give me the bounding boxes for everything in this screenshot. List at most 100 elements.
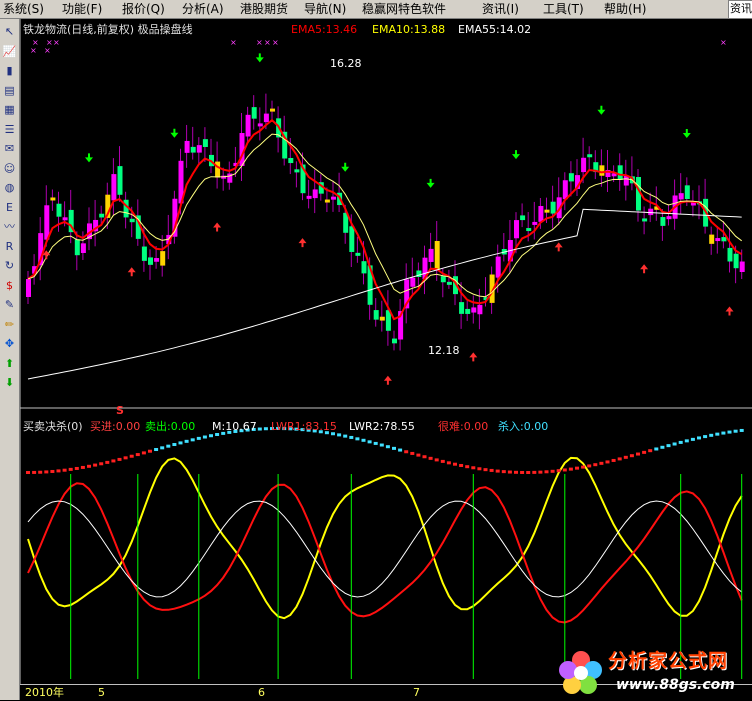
trend-dot	[434, 458, 439, 462]
trend-dot	[404, 450, 409, 454]
candle-body	[440, 276, 446, 283]
rsi-icon[interactable]: R	[1, 238, 18, 255]
trend-dot	[501, 470, 506, 474]
trend-dot	[361, 438, 366, 442]
trend-dot	[93, 463, 98, 467]
menu-quote[interactable]: 报价(Q)	[122, 1, 165, 17]
refresh-icon[interactable]: ↻	[1, 257, 18, 274]
candle-body	[270, 108, 275, 112]
trend-dot	[556, 469, 561, 473]
candle-body	[196, 145, 202, 153]
candle-body	[148, 257, 153, 265]
candle-body	[739, 261, 745, 272]
mail-icon[interactable]: ✉	[1, 140, 18, 157]
shaoru-label: 杀入:0.00	[498, 420, 549, 433]
trend-dot	[410, 451, 415, 455]
lwr2-line	[27, 500, 743, 598]
trend-dot	[642, 450, 647, 454]
menu-system[interactable]: 系统(S)	[3, 1, 44, 17]
trend-dot	[154, 448, 159, 452]
trend-dot	[684, 439, 689, 443]
candle-body	[678, 193, 684, 200]
trend-dot	[697, 436, 701, 440]
trend-dot	[367, 440, 372, 444]
ema55-label: EMA55:14.02	[458, 23, 532, 36]
menu-special-software[interactable]: 稳赢网特色软件	[362, 1, 446, 17]
marker-dot: ×	[30, 46, 37, 55]
menu-analysis[interactable]: 分析(A)	[182, 1, 224, 17]
trend-dot	[68, 467, 73, 471]
menu-navigation[interactable]: 导航(N)	[304, 1, 346, 17]
candle-body	[56, 203, 62, 217]
trend-dot	[38, 470, 43, 474]
candle-body	[190, 146, 196, 153]
arrow-up-icon[interactable]: ⬆	[1, 355, 18, 372]
buy-arrow-icon	[213, 222, 222, 232]
menu-info[interactable]: 资讯(I)	[482, 1, 519, 17]
candle-body	[617, 165, 623, 180]
trend-dot	[666, 444, 671, 448]
trend-dot	[690, 437, 695, 441]
main-chart[interactable]: × × × × × × × ×× ×	[20, 19, 752, 700]
arrow-down-icon[interactable]: ⬇	[1, 374, 18, 391]
menu-help[interactable]: 帮助(H)	[604, 1, 646, 17]
candle-body	[727, 247, 733, 262]
sell-arrow-icon	[426, 178, 435, 188]
trend-dot	[44, 470, 49, 474]
candle-body	[26, 279, 31, 297]
table-icon[interactable]: ▦	[1, 101, 18, 118]
candle-body	[733, 253, 739, 269]
marker-dot: ×	[256, 38, 263, 47]
candle-body	[568, 173, 574, 182]
candle-body	[294, 169, 300, 173]
wrench-icon[interactable]: ✎	[1, 296, 18, 313]
trend-dot	[111, 459, 116, 463]
candle-body	[288, 158, 294, 164]
bars-icon[interactable]: ▤	[1, 82, 18, 99]
trend-dot	[129, 454, 134, 458]
sub-title: 买卖决杀(0)	[23, 420, 83, 433]
menu-info-button[interactable]: 资讯	[728, 0, 752, 19]
trend-dot	[672, 442, 677, 446]
hennan-label: 很难:0.00	[438, 420, 489, 433]
trend-dot	[196, 436, 201, 440]
candle-body	[251, 107, 257, 119]
site-logo: 分析家公式网 www.88gs.com	[556, 646, 752, 700]
candle-body	[160, 251, 166, 266]
trend-dot	[593, 463, 598, 467]
candle-body	[428, 248, 434, 262]
menu-function[interactable]: 功能(F)	[62, 1, 102, 17]
pencil-icon[interactable]: ✏	[1, 316, 18, 333]
trend-dot	[526, 470, 531, 474]
etf-icon[interactable]: E	[1, 199, 18, 216]
candle-body	[538, 205, 544, 222]
menu-hk-futures[interactable]: 港股期货	[240, 1, 288, 17]
candle-body	[666, 216, 672, 220]
users-icon[interactable]: ☺	[1, 160, 18, 177]
candle-body	[331, 196, 336, 200]
trend-dot	[727, 430, 732, 434]
candle-body	[312, 189, 318, 199]
marker-dot: ×	[53, 38, 60, 47]
trend-dot	[148, 449, 152, 453]
candle-icon[interactable]: ▮	[1, 62, 18, 79]
cursor-icon[interactable]: ↖	[1, 23, 18, 40]
line-chart-icon[interactable]: 📈	[1, 43, 18, 60]
list-icon[interactable]: ☰	[1, 121, 18, 138]
trend-dot	[660, 445, 665, 449]
trend-dot	[703, 435, 708, 439]
candle-body	[465, 308, 471, 314]
menu-tools[interactable]: 工具(T)	[543, 1, 584, 17]
wave-icon[interactable]: 〰	[1, 218, 18, 235]
trend-dot	[733, 429, 738, 433]
globe-icon[interactable]: ◍	[1, 179, 18, 196]
ema55-line	[27, 208, 742, 380]
trend-dot	[263, 427, 268, 431]
trend-dot	[398, 448, 403, 452]
candle-body	[361, 261, 367, 274]
ema5-line	[27, 118, 743, 321]
lwr1-line	[27, 482, 743, 624]
trend-dot	[105, 460, 110, 464]
cross-icon[interactable]: ✥	[1, 335, 18, 352]
dollar-icon[interactable]: $	[1, 277, 18, 294]
